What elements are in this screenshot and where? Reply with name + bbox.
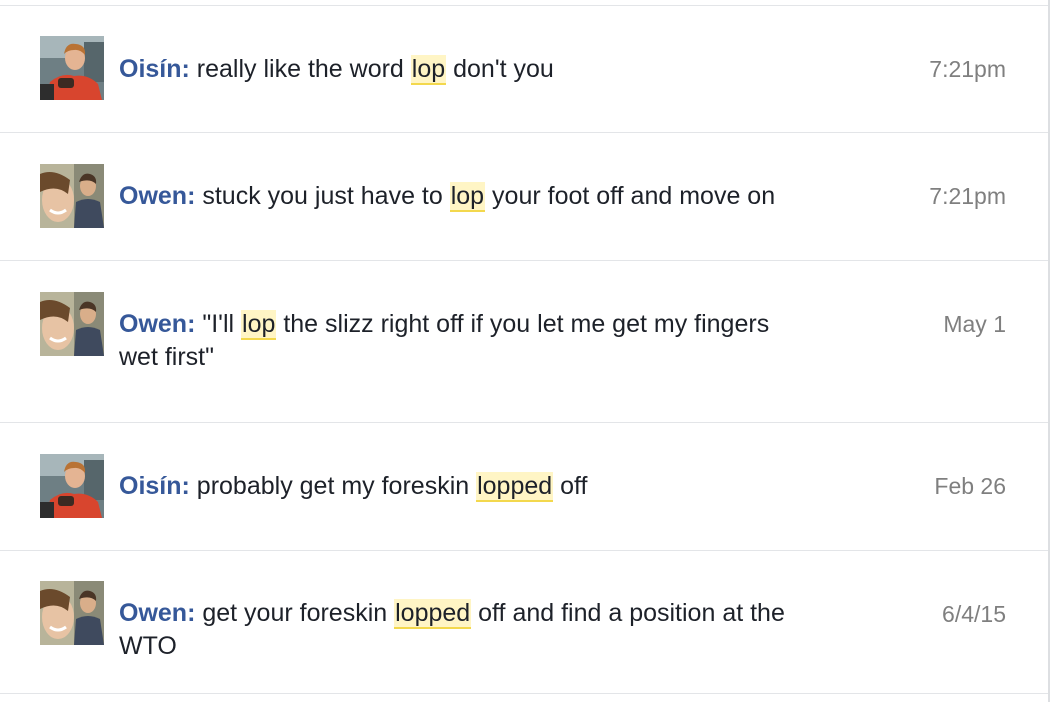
message-result-row[interactable]: Oisín: probably get my foreskin lopped o… <box>0 423 1048 551</box>
message-result-row[interactable]: Owen: "I'll lop the slizz right off if y… <box>0 261 1048 423</box>
message-text-before: really like the word <box>196 55 411 83</box>
search-results-list: Oisín: really like the word lop don't yo… <box>0 0 1050 702</box>
avatar[interactable] <box>40 581 104 645</box>
avatar[interactable] <box>40 454 104 518</box>
message-result-row[interactable]: Owen: stuck you just have to lop your fo… <box>0 133 1048 261</box>
message-timestamp: Feb 26 <box>934 473 1006 499</box>
message-text-before: "I'll <box>202 310 242 338</box>
message-text-after: off <box>553 472 588 500</box>
message-timestamp: May 1 <box>943 311 1006 337</box>
message-snippet: Owen: "I'll lop the slizz right off if y… <box>119 308 809 374</box>
message-result-row[interactable]: Oisín: really like the word lop don't yo… <box>0 6 1048 133</box>
search-match-highlight: lop <box>241 310 277 340</box>
message-text-before: stuck you just have to <box>202 182 450 210</box>
message-text-before: get your foreskin <box>202 599 395 627</box>
search-match-highlight: lop <box>410 55 447 85</box>
sender-name[interactable]: Owen: <box>119 182 195 210</box>
avatar[interactable] <box>40 164 104 228</box>
search-match-highlight: lop <box>449 182 486 212</box>
sender-name[interactable]: Owen: <box>119 599 195 627</box>
message-text-after: your foot off and move on <box>485 182 776 210</box>
sender-name[interactable]: Oisín: <box>119 472 190 500</box>
avatar[interactable] <box>40 292 104 356</box>
message-text-after: don't you <box>446 55 554 83</box>
message-snippet: Oisín: probably get my foreskin lopped o… <box>119 470 819 503</box>
message-snippet: Owen: stuck you just have to lop your fo… <box>119 180 819 213</box>
search-match-highlight: lopped <box>394 599 472 629</box>
message-snippet: Owen: get your foreskin lopped off and f… <box>119 597 819 663</box>
message-timestamp: 7:21pm <box>929 183 1006 209</box>
search-match-highlight: lopped <box>476 472 554 502</box>
message-timestamp: 6/4/15 <box>942 601 1006 627</box>
message-result-row[interactable]: Owen: get your foreskin lopped off and f… <box>0 551 1048 694</box>
message-timestamp: 7:21pm <box>929 56 1006 82</box>
sender-name[interactable]: Oisín: <box>119 55 190 83</box>
message-snippet: Oisín: really like the word lop don't yo… <box>119 53 819 86</box>
avatar[interactable] <box>40 36 104 100</box>
sender-name[interactable]: Owen: <box>119 310 195 338</box>
message-text-before: probably get my foreskin <box>196 472 477 500</box>
